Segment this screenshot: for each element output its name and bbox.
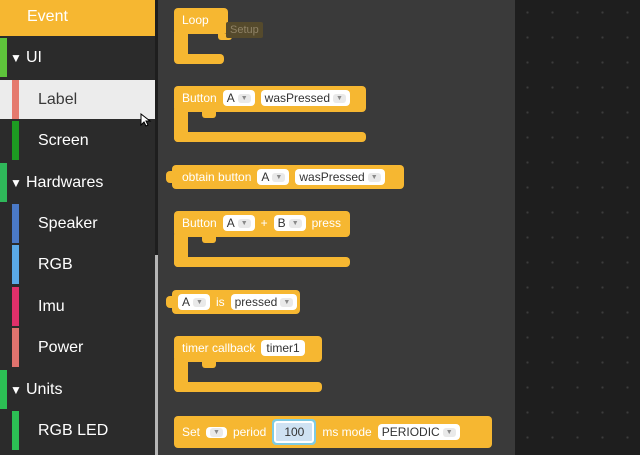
category-color-stripe — [0, 370, 7, 409]
state-select-value: pressed — [234, 295, 278, 309]
category-color-stripe — [12, 411, 19, 450]
loop-label: Loop — [182, 13, 209, 27]
category-hardwares[interactable]: ▼ Hardwares — [0, 163, 155, 202]
button-b-select-dropdown[interactable]: B ▼ — [273, 215, 306, 231]
button-a-select-dropdown[interactable]: A ▼ — [222, 215, 255, 231]
category-color-stripe — [12, 245, 19, 284]
obtain-event-select-value: wasPressed — [299, 170, 365, 184]
expand-arrow-icon[interactable]: ▼ — [10, 176, 22, 190]
plus-label: + — [260, 216, 268, 230]
is-label: is — [215, 295, 225, 309]
state-select-dropdown[interactable]: pressed ▼ — [230, 294, 298, 310]
chevron-down-icon: ▼ — [210, 427, 223, 437]
mode-select-dropdown[interactable]: PERIODIC ▼ — [377, 424, 460, 440]
mode-select-value: PERIODIC — [381, 425, 440, 439]
category-color-stripe — [12, 204, 19, 243]
obtain-event-select-dropdown[interactable]: wasPressed ▼ — [295, 169, 385, 185]
chevron-down-icon: ▼ — [272, 172, 286, 182]
toolbox-item-label: Label — [38, 90, 78, 108]
category-color-stripe — [12, 287, 19, 326]
button-b-select-value: B — [277, 216, 286, 230]
obtain-button-block[interactable]: obtain button A ▼ wasPressed ▼ — [166, 165, 407, 189]
toolbox-item-event[interactable]: Event — [0, 0, 155, 36]
timer-select-dropdown[interactable]: ▼ — [206, 426, 227, 438]
loop-block[interactable]: Loop Setup — [174, 8, 263, 64]
toolbox-item-label: Units — [26, 380, 63, 398]
workspace-canvas[interactable] — [515, 0, 640, 455]
toolbox-item-label: Screen — [38, 131, 89, 149]
chevron-down-icon: ▼ — [333, 93, 346, 103]
button-label: Button — [182, 91, 217, 105]
category-color-stripe — [0, 163, 7, 202]
event-select-dropdown[interactable]: wasPressed ▼ — [260, 90, 350, 106]
press-label: press — [311, 216, 341, 230]
chevron-down-icon: ▼ — [193, 297, 206, 307]
button-combo-block[interactable]: Button A ▼ + B ▼ press — [174, 211, 354, 267]
mouse-pointer-icon — [140, 113, 152, 127]
toolbox-item-label: RGB LED — [38, 421, 109, 439]
category-color-stripe — [12, 328, 19, 367]
expand-arrow-icon[interactable]: ▼ — [10, 383, 22, 397]
toolbox-item-label: Speaker — [38, 214, 98, 232]
button-select-dropdown[interactable]: A ▼ — [222, 90, 255, 106]
is-button-select-dropdown[interactable]: A ▼ — [178, 294, 210, 310]
toolbox-item-rgb[interactable]: RGB — [0, 245, 155, 284]
toolbox-item-label: UI — [26, 48, 42, 66]
period-input[interactable]: 100 — [274, 421, 315, 443]
set-timer-block[interactable]: Set ▼ period 100 ms mode PERIODIC ▼ — [174, 416, 494, 448]
block-flyout: Loop Setup Button A ▼ wasPressed ▼ obtain … — [158, 0, 515, 455]
obtain-button-select-value: A — [261, 170, 270, 184]
chevron-down-icon: ▼ — [237, 218, 251, 228]
button-combo-label: Button — [182, 216, 217, 230]
timer-callback-block[interactable]: timer callback timer1 — [174, 336, 334, 392]
chevron-down-icon: ▼ — [280, 297, 294, 307]
period-input-socket: 100 — [272, 419, 317, 445]
toolbox: Event ▼ UI Label Screen ▼ Hardwares Speaker RGB I… — [0, 0, 155, 455]
category-color-stripe — [12, 80, 19, 119]
timer-callback-label: timer callback — [182, 341, 256, 355]
category-ui[interactable]: ▼ UI — [0, 38, 155, 77]
button-select-value: A — [226, 91, 235, 105]
category-color-stripe — [12, 121, 19, 160]
set-label: Set — [182, 425, 201, 439]
toolbox-item-label: Event — [27, 7, 68, 25]
toolbox-item-rgb-led[interactable]: RGB LED — [0, 411, 155, 450]
chevron-down-icon: ▼ — [367, 172, 381, 182]
toolbox-item-power[interactable]: Power — [0, 328, 155, 367]
category-units[interactable]: ▼ Units — [0, 370, 155, 409]
chevron-down-icon: ▼ — [237, 93, 251, 103]
toolbox-item-speaker[interactable]: Speaker — [0, 204, 155, 243]
ms-mode-label: ms mode — [322, 425, 372, 439]
button-a-select-value: A — [226, 216, 235, 230]
obtain-button-label: obtain button — [182, 170, 252, 184]
setup-ghost-label: Setup — [226, 22, 263, 38]
toolbox-item-label[interactable]: Label — [0, 80, 155, 119]
chevron-down-icon: ▼ — [442, 427, 456, 437]
toolbox-item-label: RGB — [38, 255, 73, 273]
toolbox-item-label: Imu — [38, 297, 65, 315]
obtain-button-select-dropdown[interactable]: A ▼ — [257, 169, 290, 185]
button-was-pressed-block[interactable]: Button A ▼ wasPressed ▼ — [174, 86, 374, 142]
category-color-stripe — [0, 38, 7, 77]
toolbox-item-screen[interactable]: Screen — [0, 121, 155, 160]
chevron-down-icon: ▼ — [288, 218, 302, 228]
is-button-select-value: A — [182, 295, 191, 309]
event-select-value: wasPressed — [264, 91, 331, 105]
toolbox-item-imu[interactable]: Imu — [0, 287, 155, 326]
button-is-pressed-block[interactable]: A ▼ is pressed ▼ — [166, 290, 302, 314]
timer-name-field[interactable]: timer1 — [261, 340, 305, 356]
toolbox-item-label: Hardwares — [26, 173, 104, 191]
expand-arrow-icon[interactable]: ▼ — [10, 51, 22, 65]
toolbox-item-label: Power — [38, 338, 84, 356]
period-label: period — [232, 425, 267, 439]
